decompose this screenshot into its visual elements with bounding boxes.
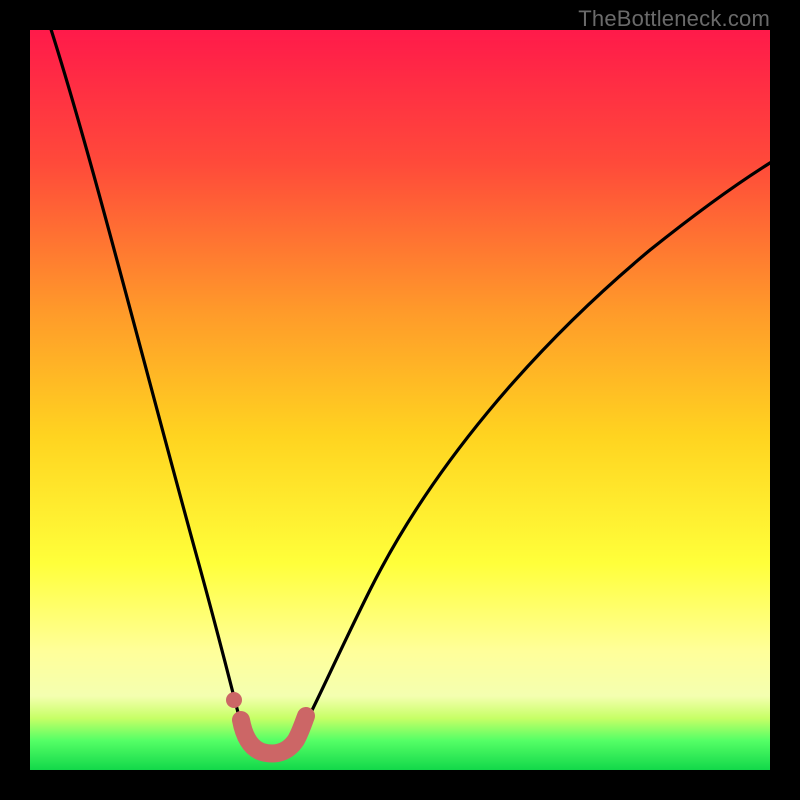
bottleneck-curve <box>30 30 770 770</box>
valley-highlight <box>241 716 306 754</box>
highlight-dot-icon <box>226 692 242 708</box>
curve-right-branch <box>292 158 770 746</box>
watermark-text: TheBottleneck.com <box>578 6 770 32</box>
curve-left-branch <box>48 30 251 743</box>
chart-frame <box>30 30 770 770</box>
